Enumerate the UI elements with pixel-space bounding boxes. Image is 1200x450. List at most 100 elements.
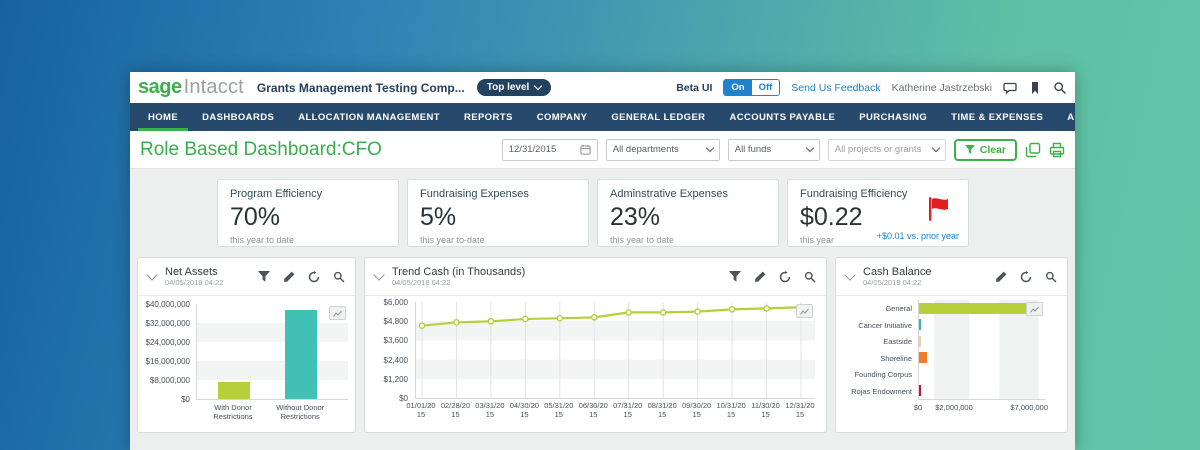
chart-export-icon[interactable]: [329, 306, 346, 320]
beta-toggle-off[interactable]: Off: [751, 80, 780, 95]
trend-cash-panel: Trend Cash (in Thousands) 04/05/2018 04:…: [364, 257, 827, 433]
nav-item-allocation-management[interactable]: ALLOCATION MANAGEMENT: [286, 103, 452, 131]
y-axis-tick: $0: [181, 395, 190, 404]
bookmark-icon[interactable]: [1028, 81, 1042, 95]
panel-title: Net Assets: [165, 265, 218, 278]
topbar-right-cluster: Beta UI On Off Send Us Feedback Katherin…: [676, 79, 1067, 96]
edit-pencil-icon[interactable]: [754, 271, 766, 283]
filter-funnel-icon[interactable]: [729, 270, 741, 283]
cash-balance-plot-area: [918, 300, 1045, 400]
filter-funnel-icon[interactable]: [258, 270, 270, 283]
send-feedback-link[interactable]: Send Us Feedback: [791, 82, 880, 94]
y-axis-tick: $24,000,000: [145, 338, 191, 347]
refresh-icon[interactable]: [1020, 270, 1032, 283]
zoom-icon[interactable]: [804, 271, 816, 283]
edit-pencil-icon[interactable]: [995, 271, 1007, 283]
departments-dropdown[interactable]: All departments: [605, 138, 720, 161]
main-nav-bar: HOME DASHBOARDS ALLOCATION MANAGEMENT REPOR…: [130, 103, 1075, 131]
desktop-background: sage Intacct Grants Management Testing C…: [0, 0, 1200, 450]
collapse-chevron-icon[interactable]: [146, 268, 158, 281]
chevron-down-icon: [534, 81, 543, 91]
search-icon[interactable]: [1053, 81, 1067, 95]
kpi-card-program-efficiency: Program Efficiency 70% this year to date: [217, 179, 399, 247]
kpi-delta-vs-prior-year: +$0.01 vs. prior year: [876, 231, 959, 241]
page-title: Role Based Dashboard:CFO: [140, 138, 382, 160]
collapse-chevron-icon[interactable]: [844, 268, 856, 281]
panel-title: Trend Cash (in Thousands): [392, 265, 526, 278]
copy-dashboard-icon[interactable]: [1025, 142, 1041, 158]
sage-intacct-logo[interactable]: sage Intacct: [138, 76, 244, 99]
clear-button-label: Clear: [979, 143, 1006, 156]
y-axis-tick: $2,400: [383, 355, 408, 365]
x-axis-label-date: 02/28/2015: [440, 401, 471, 420]
bar-shoreline[interactable]: [919, 352, 928, 364]
zoom-icon[interactable]: [333, 271, 345, 283]
as-of-date-input[interactable]: 12/31/2015: [501, 138, 598, 161]
kpi-title: Fundraising Expenses: [420, 188, 529, 200]
nav-item-home[interactable]: HOME: [136, 103, 190, 131]
print-icon[interactable]: [1049, 142, 1065, 158]
cash-balance-panel-header: Cash Balance 04/05/2018 04:22: [836, 258, 1067, 296]
company-name: Grants Management Testing Comp...: [256, 80, 465, 95]
red-flag-icon: [929, 197, 948, 221]
y-axis-label-founding-corpus: Founding Corpus: [854, 370, 912, 380]
nav-item-time-expenses[interactable]: TIME & EXPENSES: [939, 103, 1055, 131]
panel-timestamp: 04/05/2018 04:22: [392, 277, 451, 287]
y-axis-tick: $40,000,000: [145, 300, 191, 309]
bar-without-donor-restrictions[interactable]: [285, 309, 318, 399]
trend-cash-plot-area: [415, 302, 815, 399]
collapse-chevron-icon[interactable]: [373, 268, 385, 281]
net-assets-plot-area: [196, 304, 348, 400]
panel-timestamp: 04/05/2018 04:22: [165, 277, 224, 287]
bar-general[interactable]: [919, 302, 1027, 314]
cash-balance-panel: Cash Balance 04/05/2018 04:22 General Can…: [835, 257, 1068, 433]
entity-selector[interactable]: Top level: [476, 79, 552, 96]
kpi-card-adminstrative-expenses: Adminstrative Expenses 23% this year to da…: [597, 179, 779, 247]
filter-toolbar: 12/31/2015 All departments All funds All…: [501, 138, 1065, 161]
chart-export-icon[interactable]: [1026, 302, 1043, 316]
x-axis-label-with-donor-restrictions: With Donor Restrictions: [213, 403, 253, 422]
nav-item-accounts-payable[interactable]: ACCOUNTS PAYABLE: [717, 103, 847, 131]
chat-bubble-icon[interactable]: [1003, 81, 1017, 95]
refresh-icon[interactable]: [779, 270, 791, 283]
funds-dropdown-value: All funds: [734, 144, 772, 155]
x-axis-label-date: 04/30/2015: [509, 401, 539, 420]
clear-filters-button[interactable]: Clear: [953, 138, 1017, 161]
app-window: sage Intacct Grants Management Testing C…: [130, 72, 1075, 450]
logo-sage-text: sage: [138, 76, 182, 98]
dashboard-body: Program Efficiency 70% this year to date Fu…: [130, 169, 1075, 450]
bar-cancer-initiative[interactable]: [919, 319, 922, 331]
nav-item-dashboards[interactable]: DASHBOARDS: [190, 103, 286, 131]
user-menu[interactable]: Katherine Jastrzebski: [892, 82, 992, 94]
chevron-down-icon: [705, 143, 714, 153]
y-axis-label-rojas-endowment: Rojas Endowment: [851, 386, 912, 396]
nav-item-general-ledger[interactable]: GENERAL LEDGER: [599, 103, 717, 131]
zoom-icon[interactable]: [1045, 271, 1057, 283]
nav-item-company[interactable]: COMPANY: [525, 103, 600, 131]
y-axis-tick: $0: [399, 394, 408, 403]
bar-with-donor-restrictions[interactable]: [218, 382, 250, 399]
nav-item-accounts-receivab[interactable]: ACCOUNTS RECEIVAB: [1055, 103, 1075, 131]
trend-cash-line-svg: [418, 302, 805, 398]
funds-dropdown[interactable]: All funds: [727, 138, 820, 161]
edit-pencil-icon[interactable]: [283, 271, 295, 283]
kpi-caption: this year to date: [610, 235, 675, 245]
x-axis-label-date: 11/30/2015: [751, 401, 780, 420]
x-axis-label-date: 09/30/2015: [682, 401, 712, 420]
refresh-icon[interactable]: [308, 270, 320, 283]
trend-cash-panel-header: Trend Cash (in Thousands) 04/05/2018 04:…: [365, 258, 826, 296]
beta-toggle[interactable]: On Off: [723, 79, 781, 96]
kpi-caption: this year to-date: [420, 235, 485, 245]
nav-item-reports[interactable]: REPORTS: [452, 103, 525, 131]
x-axis-label-date: 03/31/2015: [475, 401, 505, 420]
x-axis-label-date: 10/31/2015: [716, 401, 746, 420]
bar-eastside[interactable]: [919, 335, 921, 347]
departments-dropdown-value: All departments: [612, 144, 679, 155]
beta-toggle-on[interactable]: On: [724, 80, 752, 95]
net-assets-panel: Net Assets 04/05/2018 04:22 $40,000,000 $…: [137, 257, 356, 433]
bar-rojas-endowment[interactable]: [919, 385, 921, 397]
projects-dropdown[interactable]: All projects or grants: [827, 138, 946, 161]
nav-item-purchasing[interactable]: PURCHASING: [847, 103, 939, 131]
chart-export-icon[interactable]: [796, 304, 813, 318]
kpi-card-fundraising-expenses: Fundraising Expenses 5% this year to-date: [407, 179, 589, 247]
